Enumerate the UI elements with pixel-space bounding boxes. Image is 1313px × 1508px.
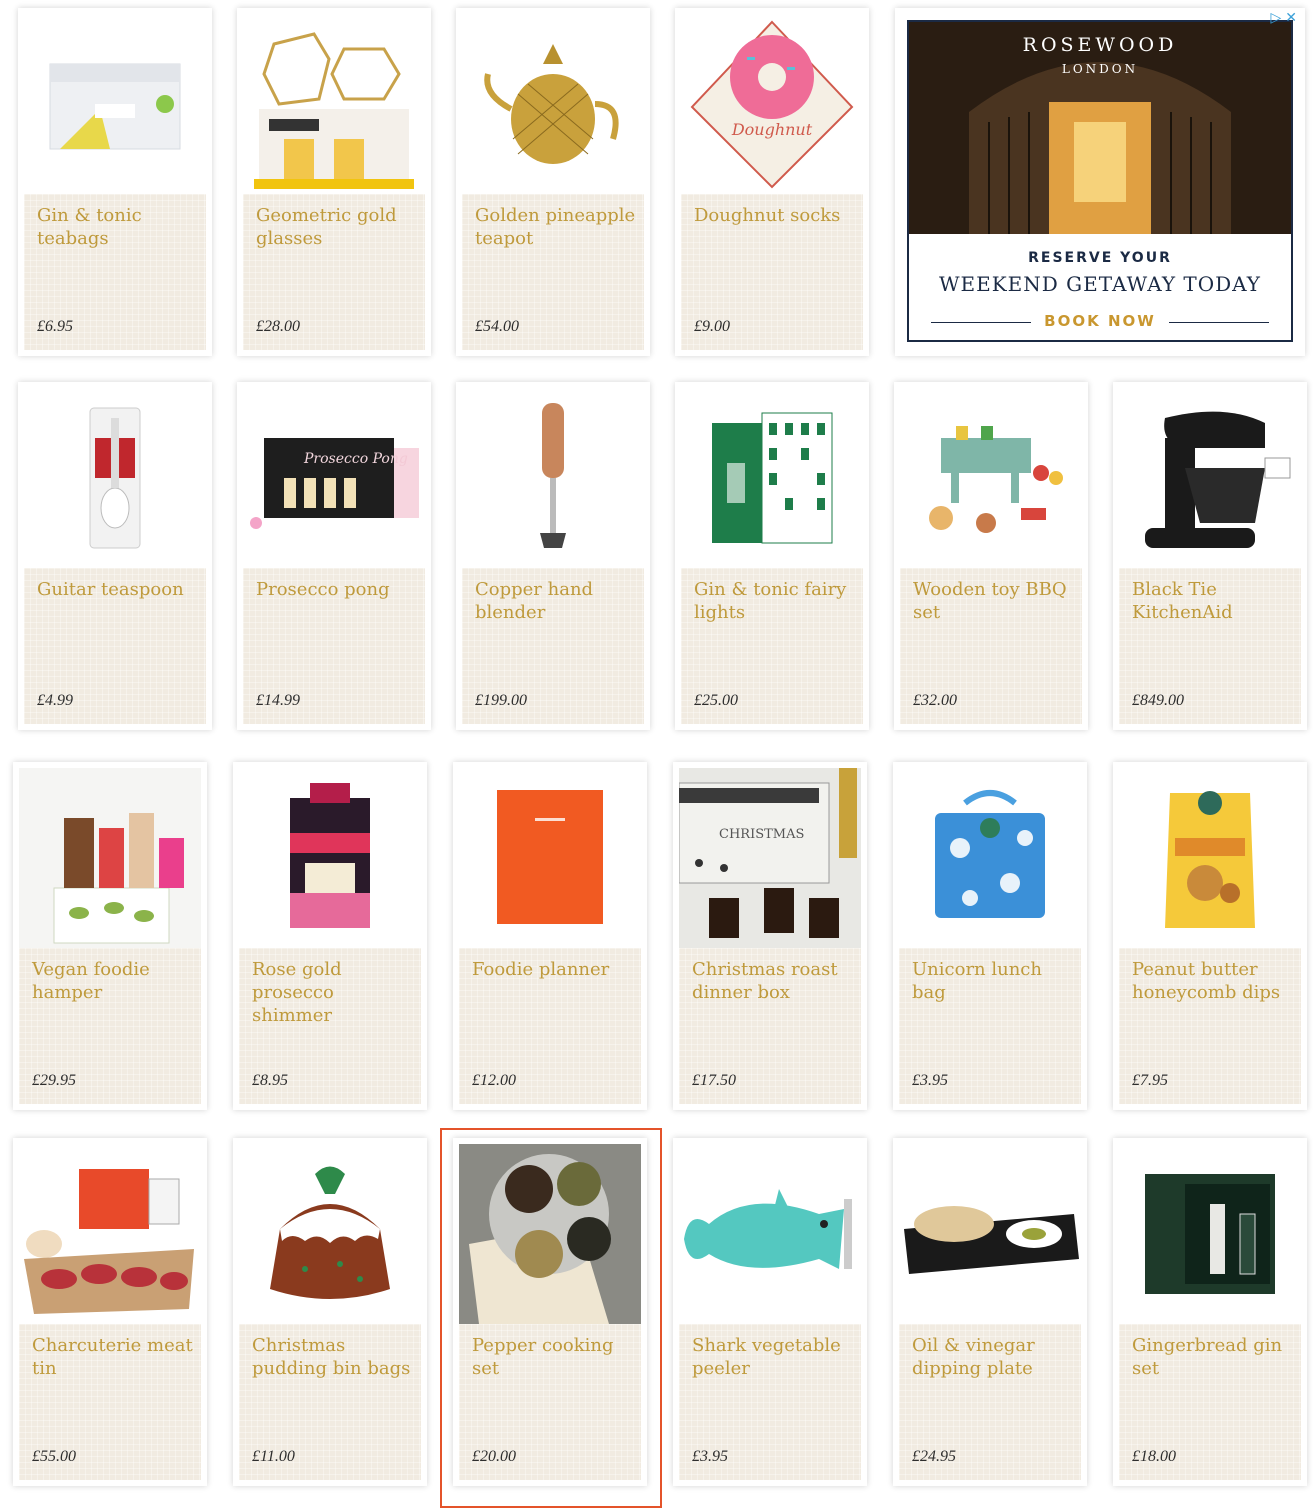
product-price: £12.00 [472,1072,516,1089]
product-price: £849.00 [1132,692,1184,709]
product-card[interactable]: Prosecco Pong Prosecco pong £14.99 [237,382,431,730]
product-card[interactable]: Gin & tonic teabags £6.95 [18,8,212,356]
svg-text:Doughnut: Doughnut [731,120,813,139]
product-name[interactable]: Wooden toy BBQ set [913,578,1074,624]
product-card[interactable]: Oil & vinegar dipping plate £24.95 [893,1138,1087,1486]
product-price: £32.00 [913,692,957,709]
product-card[interactable]: Golden pineapple teapot £54.00 [456,8,650,356]
pineapple-teapot-icon[interactable] [462,14,644,194]
product-card[interactable]: Black Tie KitchenAid £849.00 [1113,382,1307,730]
gin-set-icon[interactable] [1119,1144,1301,1324]
product-price: £11.00 [252,1448,295,1465]
product-name[interactable]: Gin & tonic teabags [37,204,198,250]
product-price: £24.95 [912,1448,956,1465]
product-price: £8.95 [252,1072,288,1089]
product-name[interactable]: Foodie planner [472,958,633,981]
product-price: £25.00 [694,692,738,709]
product-name[interactable]: Doughnut socks [694,204,855,227]
product-name[interactable]: Copper hand blender [475,578,636,624]
product-card[interactable]: Geometric gold glasses £28.00 [237,8,431,356]
ad-headline-1: RESERVE YOUR [1028,250,1172,266]
prosecco-pong-icon[interactable]: Prosecco Pong [243,388,425,568]
product-card[interactable]: CHRISTMAS Christmas roast dinner box £17.… [673,762,867,1110]
product-price: £17.50 [692,1072,736,1089]
advertisement-banner[interactable]: ROSEWOOD LONDON RESERVE YOUR WEEKEND GET… [895,8,1305,356]
hamper-icon[interactable] [19,768,201,948]
ad-frame: ROSEWOOD LONDON RESERVE YOUR WEEKEND GET… [907,20,1293,342]
fairy-lights-box-icon[interactable] [681,388,863,568]
toy-bbq-icon[interactable] [900,388,1082,568]
product-name[interactable]: Golden pineapple teapot [475,204,636,250]
product-name[interactable]: Gin & tonic fairy lights [694,578,855,624]
product-name[interactable]: Black Tie KitchenAid [1132,578,1293,624]
product-name[interactable]: Oil & vinegar dipping plate [912,1334,1073,1380]
product-price: £55.00 [32,1448,76,1465]
product-name[interactable]: Rose gold prosecco shimmer [252,958,413,1027]
teabag-box-icon[interactable] [24,14,206,194]
product-name[interactable]: Vegan foodie hamper [32,958,193,1004]
product-name[interactable]: Charcuterie meat tin [32,1334,193,1380]
product-card[interactable]: Wooden toy BBQ set £32.00 [894,382,1088,730]
product-name[interactable]: Guitar teaspoon [37,578,198,601]
product-price: £54.00 [475,318,519,335]
product-card[interactable]: Unicorn lunch bag £3.95 [893,762,1087,1110]
product-price: £6.95 [37,318,73,335]
product-price: £28.00 [256,318,300,335]
ad-city: LONDON [1061,62,1139,76]
product-price: £18.00 [1132,1448,1176,1465]
product-name[interactable]: Prosecco pong [256,578,417,601]
book-now-button[interactable]: BOOK NOW [909,312,1291,330]
product-card[interactable]: Guitar teaspoon £4.99 [18,382,212,730]
ad-brand: ROSEWOOD [1022,34,1178,56]
doughnut-socks-icon[interactable]: Doughnut [681,14,863,194]
planner-icon[interactable] [459,768,641,948]
adchoices-icon[interactable]: ▷✕ [1271,10,1302,26]
product-name[interactable]: Unicorn lunch bag [912,958,1073,1004]
pudding-bag-icon[interactable] [239,1144,421,1324]
stand-mixer-icon[interactable] [1119,388,1301,568]
product-card[interactable]: Vegan foodie hamper £29.95 [13,762,207,1110]
product-name[interactable]: Peanut butter honeycomb dips [1132,958,1293,1004]
ad-headline-2: WEEKEND GETAWAY TODAY [938,272,1261,296]
svg-text:Prosecco Pong: Prosecco Pong [303,451,408,467]
product-card[interactable]: Gin & tonic fairy lights £25.00 [675,382,869,730]
charcuterie-icon[interactable] [19,1144,201,1324]
gold-glasses-icon[interactable] [243,14,425,194]
product-card[interactable]: Rose gold prosecco shimmer £8.95 [233,762,427,1110]
product-card[interactable]: Peanut butter honeycomb dips £7.95 [1113,762,1307,1110]
product-card[interactable]: Charcuterie meat tin £55.00 [13,1138,207,1486]
product-price: £3.95 [692,1448,728,1465]
product-card[interactable]: Doughnut Doughnut socks £9.00 [675,8,869,356]
product-card[interactable]: Shark vegetable peeler £3.95 [673,1138,867,1486]
svg-text:CHRISTMAS: CHRISTMAS [719,827,804,842]
product-price: £14.99 [256,692,300,709]
product-card[interactable]: Foodie planner £12.00 [453,762,647,1110]
product-card[interactable]: Gingerbread gin set £18.00 [1113,1138,1307,1486]
selected-card-highlight [440,1128,662,1508]
product-card[interactable]: Christmas pudding bin bags £11.00 [233,1138,427,1486]
shimmer-box-icon[interactable] [239,768,421,948]
product-card[interactable]: Copper hand blender £199.00 [456,382,650,730]
product-name[interactable]: Gingerbread gin set [1132,1334,1293,1380]
product-name[interactable]: Christmas roast dinner box [692,958,853,1004]
guitar-teaspoon-icon[interactable] [24,388,206,568]
snack-bag-icon[interactable] [1119,768,1301,948]
dipping-plate-icon[interactable] [899,1144,1081,1324]
product-price: £29.95 [32,1072,76,1089]
product-price: £7.95 [1132,1072,1168,1089]
lunch-bag-icon[interactable] [899,768,1081,948]
product-price: £9.00 [694,318,730,335]
product-name[interactable]: Shark vegetable peeler [692,1334,853,1380]
roast-box-icon[interactable]: CHRISTMAS [679,768,861,948]
product-name[interactable]: Christmas pudding bin bags [252,1334,413,1380]
shark-peeler-icon[interactable] [679,1144,861,1324]
product-price: £3.95 [912,1072,948,1089]
hand-blender-icon[interactable] [462,388,644,568]
hotel-gate-photo: ROSEWOOD LONDON [909,22,1291,234]
product-name[interactable]: Geometric gold glasses [256,204,417,250]
product-price: £199.00 [475,692,527,709]
product-price: £4.99 [37,692,73,709]
